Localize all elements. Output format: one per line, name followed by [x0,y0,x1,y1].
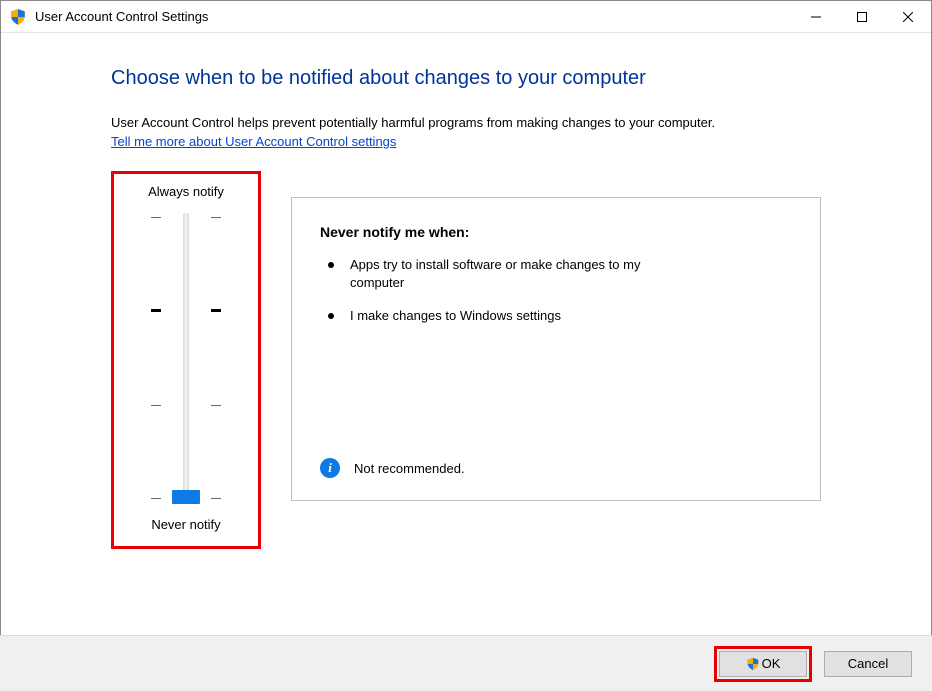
setting-detail-box: Never notify me when: Apps try to instal… [291,197,821,501]
recommendation-text: Not recommended. [354,461,465,476]
dialog-footer: OK Cancel [0,635,932,691]
info-icon: i [320,458,340,478]
shield-icon [746,657,760,671]
shield-icon [9,8,27,26]
slider-bottom-label: Never notify [114,517,258,532]
learn-more-link[interactable]: Tell me more about User Account Control … [111,134,396,149]
window-title: User Account Control Settings [35,9,793,24]
recommendation-row: i Not recommended. [320,458,792,478]
minimize-button[interactable] [793,1,839,32]
cancel-button[interactable]: Cancel [824,651,912,677]
page-title: Choose when to be notified about changes… [111,67,821,90]
notification-slider-panel: Always notify Never notify [111,171,261,549]
detail-heading: Never notify me when: [320,224,792,240]
slider-top-label: Always notify [114,184,258,199]
detail-bullet: I make changes to Windows settings [328,307,668,325]
detail-bullets: Apps try to install software or make cha… [328,256,792,341]
maximize-button[interactable] [839,1,885,32]
notification-slider[interactable] [151,213,221,503]
close-button[interactable] [885,1,931,32]
cancel-button-label: Cancel [848,656,888,671]
detail-bullet: Apps try to install software or make cha… [328,256,668,291]
slider-thumb[interactable] [172,490,200,504]
ok-button-highlight: OK [714,646,812,682]
ok-button[interactable]: OK [719,651,807,677]
title-bar: User Account Control Settings [1,1,931,33]
ok-button-label: OK [762,656,781,671]
page-description: User Account Control helps prevent poten… [111,114,821,132]
